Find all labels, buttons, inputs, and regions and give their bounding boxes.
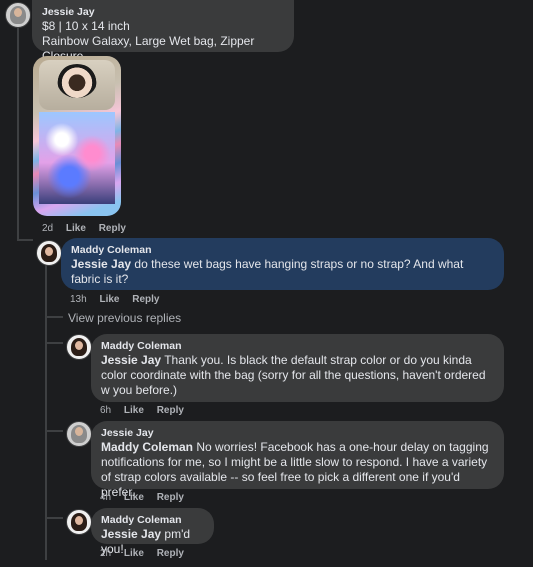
like-button[interactable]: Like <box>66 223 86 234</box>
like-button[interactable]: Like <box>124 405 144 416</box>
like-button[interactable]: Like <box>124 548 144 559</box>
product-photo[interactable] <box>33 56 121 216</box>
comment-time[interactable]: 13h <box>70 294 87 305</box>
shop-logo <box>57 64 97 98</box>
avatar[interactable] <box>36 240 62 266</box>
tagged-user[interactable]: Jessie Jay <box>101 353 161 367</box>
comment-time[interactable]: 2d <box>42 223 53 234</box>
wet-bag-image <box>39 112 115 204</box>
comment-bubble: Jessie Jay $8 | 10 x 14 inch Rainbow Gal… <box>32 0 294 63</box>
thread-line-replies <box>45 262 47 560</box>
reply-button[interactable]: Reply <box>99 223 126 234</box>
comment-bubble: Jessie Jay Maddy Coleman No worries! Fac… <box>91 421 504 499</box>
comment-time[interactable]: 4h <box>100 492 111 503</box>
comment-text: Jessie Jay Thank you. Is black the defau… <box>101 353 494 398</box>
thread-branch-c5 <box>45 517 63 519</box>
comment-text: Jessie Jay do these wet bags have hangin… <box>71 257 494 287</box>
reply-button[interactable]: Reply <box>157 405 184 416</box>
comment-actions: 2h Like Reply <box>100 548 194 559</box>
comment-bubble: Maddy Coleman Jessie Jay Thank you. Is b… <box>91 334 504 402</box>
reply-button[interactable]: Reply <box>157 492 184 503</box>
thread-line-main <box>17 22 19 240</box>
comment-author[interactable]: Jessie Jay <box>101 427 494 440</box>
comment-author[interactable]: Maddy Coleman <box>71 244 494 257</box>
avatar[interactable] <box>66 421 92 447</box>
comment-text-line: $8 | 10 x 14 inch <box>42 19 130 33</box>
comment-actions: 4h Like Reply <box>100 492 194 503</box>
comment-actions: 6h Like Reply <box>100 405 194 416</box>
thread-branch-c4 <box>45 430 63 432</box>
comment-actions: 2d Like Reply <box>42 223 136 234</box>
thread-branch-c3 <box>45 342 63 344</box>
thread-branch-c2 <box>17 239 33 241</box>
like-button[interactable]: Like <box>99 294 119 305</box>
tagged-user[interactable]: Jessie Jay <box>101 527 161 541</box>
reply-button[interactable]: Reply <box>132 294 159 305</box>
comment-time[interactable]: 6h <box>100 405 111 416</box>
comment-actions: 13h Like Reply <box>70 294 170 305</box>
view-previous-replies-link[interactable]: View previous replies <box>68 311 181 325</box>
avatar[interactable] <box>66 334 92 360</box>
comment-bubble: Maddy Coleman Jessie Jay pm'd you! <box>91 508 214 556</box>
avatar[interactable] <box>5 2 31 28</box>
comment-bubble-highlighted: Maddy Coleman Jessie Jay do these wet ba… <box>61 238 504 290</box>
like-button[interactable]: Like <box>124 492 144 503</box>
comment-author[interactable]: Maddy Coleman <box>101 340 494 353</box>
tagged-user[interactable]: Maddy Coleman <box>101 440 193 454</box>
comment-time[interactable]: 2h <box>100 548 111 559</box>
comment-author[interactable]: Maddy Coleman <box>101 514 204 527</box>
thread-branch-viewprev <box>45 316 63 318</box>
comment-author[interactable]: Jessie Jay <box>42 6 284 19</box>
reply-button[interactable]: Reply <box>157 548 184 559</box>
comment-text: Maddy Coleman No worries! Facebook has a… <box>101 440 494 500</box>
tagged-user[interactable]: Jessie Jay <box>71 257 131 271</box>
avatar[interactable] <box>66 509 92 535</box>
